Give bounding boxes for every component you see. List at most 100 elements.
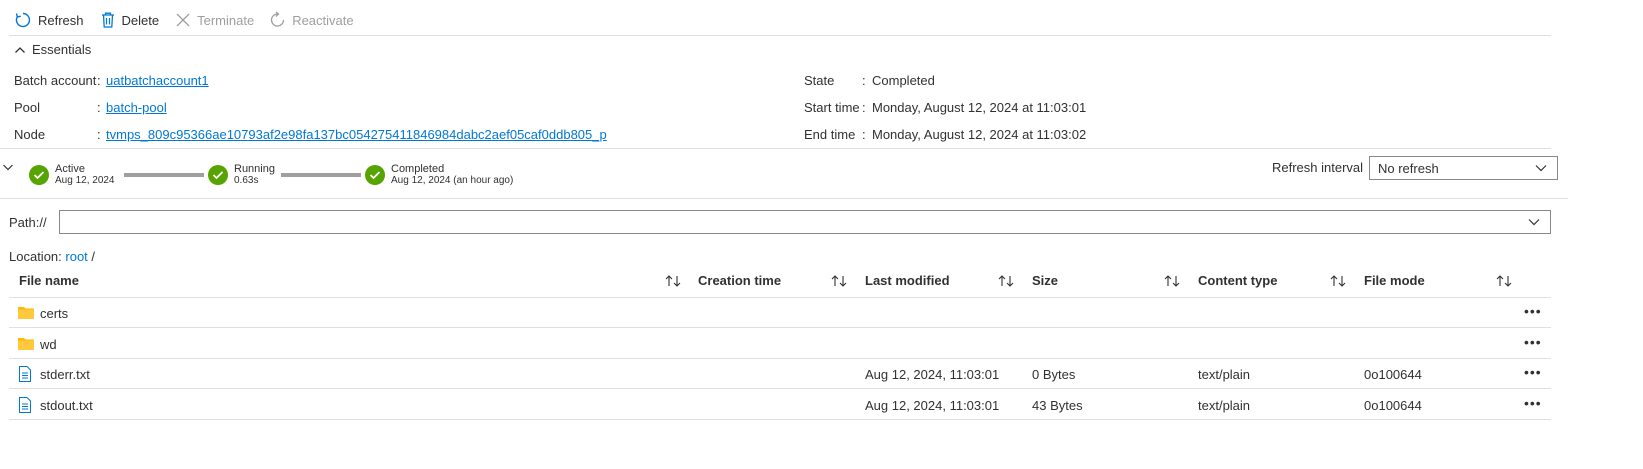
path-label: Path:// [9, 215, 47, 230]
location-label: Location: [9, 249, 62, 264]
checkmark-icon [208, 165, 228, 185]
location-separator: / [91, 249, 96, 264]
step-subtitle: 0.63s [234, 175, 259, 186]
refresh-interval-dropdown[interactable]: No refresh [1369, 156, 1558, 180]
batch-account-colon: : [97, 73, 101, 88]
location-root-link[interactable]: root [65, 249, 87, 264]
more-icon[interactable]: ••• [1524, 334, 1542, 350]
command-bar: Refresh Delete Terminate Reactivate [14, 8, 370, 32]
end-time-label: End time [804, 127, 856, 142]
toolbar-divider [9, 35, 1551, 36]
state-label: State [804, 73, 835, 88]
file-mode-cell: 0o100644 [1364, 367, 1422, 382]
timeline-connector [281, 173, 361, 177]
delete-label: Delete [121, 12, 160, 28]
node-colon: : [97, 127, 101, 142]
batch-account-link[interactable]: uatbatchaccount1 [106, 73, 209, 88]
timeline-toggle[interactable] [2, 160, 14, 175]
refresh-icon [15, 12, 31, 28]
last-modified-cell: Aug 12, 2024, 11:03:01 [865, 367, 1000, 382]
timeline-step-running: Running 0.63s [208, 164, 275, 186]
location-breadcrumb: Location: root / [9, 249, 95, 264]
pool-link[interactable]: batch-pool [106, 100, 167, 115]
start-time-colon: : [862, 100, 866, 115]
checkmark-icon [29, 165, 49, 185]
start-time-label: Start time [804, 100, 860, 115]
sort-icon[interactable] [1329, 274, 1347, 291]
reactivate-button[interactable]: Reactivate [270, 11, 354, 29]
step-title: Completed [391, 163, 445, 175]
sort-icon[interactable] [997, 274, 1015, 291]
end-time-value: Monday, August 12, 2024 at 11:03:02 [872, 127, 1087, 142]
table-row[interactable]: wd ••• [9, 329, 1551, 359]
batch-account-label: Batch account [14, 73, 97, 88]
path-combobox[interactable] [59, 210, 1551, 234]
column-header-size[interactable]: Size [1032, 273, 1058, 288]
essentials-toggle[interactable]: Essentials [14, 42, 91, 57]
terminate-label: Terminate [197, 12, 255, 28]
terminate-icon [176, 13, 190, 27]
chevron-down-icon [1528, 219, 1540, 226]
content-type-cell: text/plain [1198, 367, 1251, 382]
file-name-cell[interactable]: stdout.txt [40, 398, 93, 413]
column-header-creation-time[interactable]: Creation time [698, 273, 781, 288]
essentials-title: Essentials [32, 42, 92, 57]
node-link[interactable]: tvmps_809c95366ae10793af2e98fa137bc05427… [106, 127, 607, 142]
delete-icon [101, 12, 114, 28]
step-subtitle: Aug 12, 2024 (an hour ago) [391, 175, 514, 186]
column-header-file-mode[interactable]: File mode [1364, 273, 1425, 288]
column-header-last-modified[interactable]: Last modified [865, 273, 950, 288]
file-name-cell[interactable]: certs [40, 306, 68, 321]
table-row[interactable]: stderr.txt Aug 12, 2024, 11:03:01 0 Byte… [9, 359, 1551, 389]
state-value: Completed [872, 73, 935, 88]
sort-icon[interactable] [1495, 274, 1513, 291]
folder-icon [18, 305, 34, 322]
refresh-label: Refresh [38, 12, 84, 28]
reactivate-label: Reactivate [292, 12, 354, 28]
column-header-file-name[interactable]: File name [19, 273, 79, 288]
folder-icon [18, 336, 34, 353]
more-icon[interactable]: ••• [1524, 395, 1542, 411]
timeline-step-active: Active Aug 12, 2024 [29, 164, 115, 186]
reactivate-icon [271, 11, 285, 27]
timeline-step-completed: Completed Aug 12, 2024 (an hour ago) [365, 164, 513, 186]
step-title: Active [55, 163, 85, 175]
delete-button[interactable]: Delete [100, 11, 160, 29]
table-row[interactable]: stdout.txt Aug 12, 2024, 11:03:01 43 Byt… [9, 390, 1551, 420]
more-icon[interactable]: ••• [1524, 364, 1542, 380]
terminate-button[interactable]: Terminate [175, 12, 254, 28]
timeline-divider [0, 198, 1568, 199]
file-mode-cell: 0o100644 [1364, 398, 1422, 413]
file-name-cell[interactable]: wd [40, 337, 57, 352]
refresh-button[interactable]: Refresh [14, 11, 84, 29]
refresh-interval-label: Refresh interval [1272, 160, 1364, 175]
end-time-colon: : [862, 127, 866, 142]
size-cell: 43 Bytes [1032, 398, 1083, 413]
timeline-connector [124, 173, 204, 177]
column-header-content-type[interactable]: Content type [1198, 273, 1277, 288]
checkmark-icon [365, 165, 385, 185]
step-subtitle: Aug 12, 2024 [55, 175, 115, 186]
essentials-divider [0, 148, 1551, 149]
content-type-cell: text/plain [1198, 398, 1251, 413]
step-title: Running [234, 163, 275, 175]
size-cell: 0 Bytes [1032, 367, 1076, 382]
chevron-down-icon [1535, 165, 1547, 172]
sort-icon[interactable] [1163, 274, 1181, 291]
node-label: Node [14, 127, 46, 142]
sort-icon[interactable] [664, 274, 682, 291]
chevron-up-icon [15, 46, 25, 53]
chevron-down-icon [3, 164, 13, 171]
file-icon [18, 397, 32, 416]
pool-label: Pool [14, 100, 41, 115]
last-modified-cell: Aug 12, 2024, 11:03:01 [865, 398, 1000, 413]
state-colon: : [862, 73, 866, 88]
sort-icon[interactable] [830, 274, 848, 291]
table-row[interactable]: certs ••• [9, 298, 1551, 328]
refresh-interval-value: No refresh [1378, 160, 1439, 176]
file-icon [18, 366, 32, 385]
start-time-value: Monday, August 12, 2024 at 11:03:01 [872, 100, 1087, 115]
pool-colon: : [97, 100, 101, 115]
more-icon[interactable]: ••• [1524, 303, 1542, 319]
file-name-cell[interactable]: stderr.txt [40, 367, 90, 382]
